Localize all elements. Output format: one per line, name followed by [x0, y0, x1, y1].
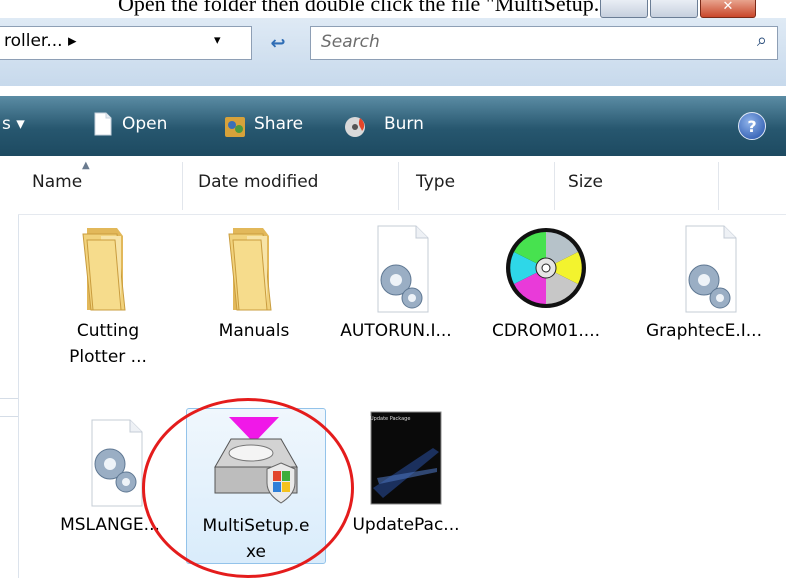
window-controls: ✕	[600, 0, 758, 18]
config-file-icon	[326, 222, 466, 318]
file-label: UpdatePac...	[352, 515, 460, 535]
views-button[interactable]: s ▾	[2, 114, 25, 134]
search-box[interactable]: Search ⌕	[310, 26, 778, 60]
close-button[interactable]: ✕	[700, 0, 756, 18]
page-icon	[94, 112, 112, 140]
column-header: ▲ Name Date modified Type Size	[18, 156, 786, 215]
disc-icon	[476, 222, 616, 318]
file-item[interactable]: CDROM01....	[476, 222, 616, 344]
file-label: GraphtecE.I...	[646, 321, 762, 341]
sort-ascending-icon: ▲	[82, 160, 90, 171]
folder-icon	[184, 222, 324, 318]
file-item[interactable]: GraphtecE.I...	[634, 222, 774, 344]
file-label: AUTORUN.I...	[340, 321, 452, 341]
file-item[interactable]: Update Package UpdatePac...	[336, 408, 476, 538]
file-label-line2: Plotter ...	[69, 347, 147, 367]
burn-icon	[344, 116, 368, 142]
open-button[interactable]: Open	[122, 114, 167, 134]
instruction-caption: Open the folder then double click the fi…	[118, 0, 645, 16]
file-item[interactable]: Manuals	[184, 222, 324, 344]
update-package-icon: Update Package	[336, 408, 476, 512]
update-icon-text: Update Package	[370, 416, 411, 422]
chevron-down-icon[interactable]: ▾	[214, 33, 221, 48]
column-size[interactable]: Size	[568, 172, 603, 192]
share-icon	[224, 116, 246, 142]
folder-icon	[38, 222, 178, 318]
navigation-pane[interactable]	[0, 156, 19, 578]
breadcrumb[interactable]: roller... ▸	[4, 31, 77, 51]
maximize-button[interactable]	[650, 0, 698, 18]
file-label: Cutting	[76, 321, 140, 341]
column-date-modified[interactable]: Date modified	[198, 172, 318, 192]
highlight-circle	[142, 398, 354, 578]
address-bar[interactable]: roller... ▸ ▾	[0, 26, 252, 60]
help-icon[interactable]: ?	[738, 112, 766, 140]
search-input[interactable]: Search	[321, 32, 380, 52]
column-type[interactable]: Type	[416, 172, 455, 192]
refresh-icon[interactable]: ↩	[258, 30, 298, 58]
file-label: Manuals	[218, 321, 290, 341]
file-item[interactable]: Cutting Plotter ...	[38, 222, 178, 370]
column-name[interactable]: Name	[32, 172, 82, 192]
file-item[interactable]: AUTORUN.I...	[326, 222, 466, 344]
burn-button[interactable]: Burn	[384, 114, 424, 134]
search-icon[interactable]: ⌕	[757, 30, 767, 51]
minimize-button[interactable]	[600, 0, 648, 18]
file-label: CDROM01....	[491, 321, 601, 341]
config-file-icon	[634, 222, 774, 318]
share-button[interactable]: Share	[254, 114, 303, 134]
